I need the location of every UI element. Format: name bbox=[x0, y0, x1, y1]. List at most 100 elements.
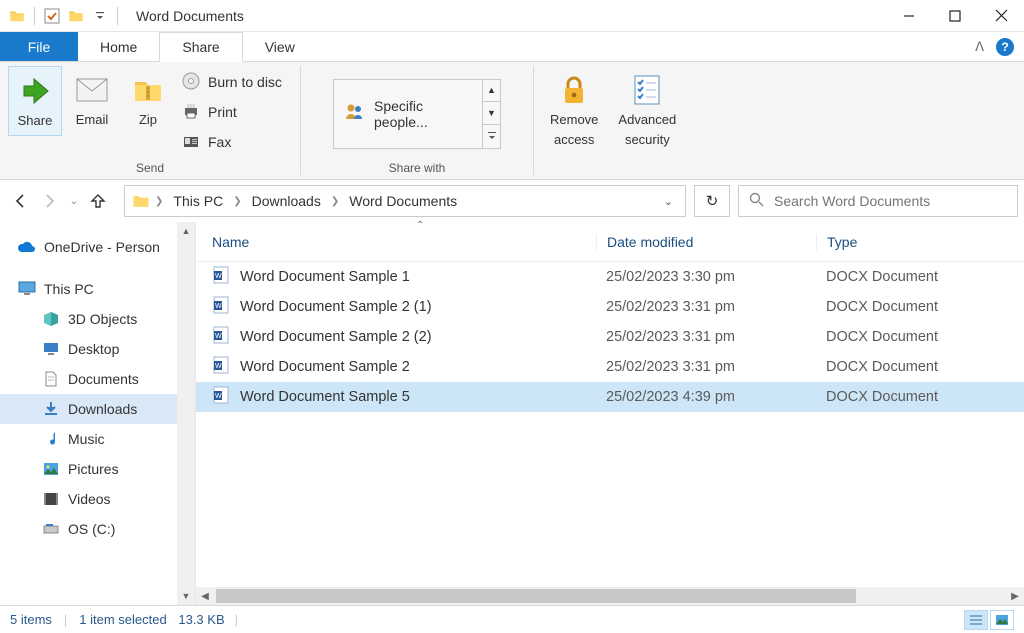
docx-icon: W bbox=[212, 296, 230, 318]
sidebar-item-thispc[interactable]: This PC bbox=[0, 274, 195, 304]
svg-text:W: W bbox=[215, 333, 222, 340]
document-icon bbox=[42, 370, 60, 388]
people-icon bbox=[344, 103, 366, 124]
thumbnails-view-button[interactable] bbox=[990, 610, 1014, 630]
sidebar-item-videos[interactable]: Videos bbox=[0, 484, 195, 514]
email-button[interactable]: Email bbox=[66, 66, 118, 134]
svg-text:W: W bbox=[215, 273, 222, 280]
view-tab[interactable]: View bbox=[243, 32, 317, 61]
fax-icon bbox=[182, 132, 200, 153]
address-bar[interactable]: ❯ This PC ❯ Downloads ❯ Word Documents ⌄ bbox=[124, 185, 686, 217]
remove-access-button[interactable]: Remove access bbox=[542, 66, 606, 153]
envelope-icon bbox=[74, 72, 110, 108]
sidebar-item-pictures[interactable]: Pictures bbox=[0, 454, 195, 484]
sidebar-item-downloads[interactable]: Downloads bbox=[0, 394, 195, 424]
checkbox-icon[interactable] bbox=[41, 5, 63, 27]
breadcrumb-thispc[interactable]: This PC bbox=[167, 193, 229, 209]
window-controls bbox=[886, 0, 1024, 32]
advanced-security-button[interactable]: Advanced security bbox=[610, 66, 684, 153]
svg-text:W: W bbox=[215, 393, 222, 400]
file-list: ⌃ Name Date modified Type WWord Document… bbox=[196, 222, 1024, 605]
file-row[interactable]: WWord Document Sample 2 (2) 25/02/2023 3… bbox=[196, 322, 1024, 352]
column-name[interactable]: Name bbox=[196, 234, 596, 250]
folder-icon[interactable] bbox=[65, 5, 87, 27]
home-tab[interactable]: Home bbox=[78, 32, 159, 61]
sidebar-scrollbar[interactable]: ▲ ▼ bbox=[177, 222, 195, 605]
close-button[interactable] bbox=[978, 0, 1024, 32]
file-row[interactable]: WWord Document Sample 1 25/02/2023 3:30 … bbox=[196, 262, 1024, 292]
search-icon bbox=[749, 192, 764, 210]
column-type[interactable]: Type bbox=[816, 234, 1024, 250]
navigation-pane: OneDrive - Person This PC 3D Objects Des… bbox=[0, 222, 196, 605]
film-icon bbox=[42, 490, 60, 508]
zip-button[interactable]: Zip bbox=[122, 66, 174, 134]
scroll-down-icon[interactable]: ▼ bbox=[177, 587, 195, 605]
back-button[interactable] bbox=[6, 187, 34, 215]
print-button[interactable]: Print bbox=[178, 100, 286, 124]
sidebar-item-osdrive[interactable]: OS (C:) bbox=[0, 514, 195, 544]
folder-icon bbox=[131, 191, 151, 211]
docx-icon: W bbox=[212, 326, 230, 348]
fax-button[interactable]: Fax bbox=[178, 130, 286, 154]
share-tab[interactable]: Share bbox=[159, 32, 242, 62]
scroll-up-icon[interactable]: ▲ bbox=[177, 222, 195, 240]
file-row[interactable]: WWord Document Sample 5 25/02/2023 4:39 … bbox=[196, 382, 1024, 412]
up-button[interactable] bbox=[84, 187, 112, 215]
gallery-down-icon[interactable]: ▼ bbox=[483, 102, 501, 125]
share-button[interactable]: Share bbox=[8, 66, 62, 136]
gallery-more-icon[interactable] bbox=[483, 125, 501, 149]
minimize-button[interactable] bbox=[886, 0, 932, 32]
status-selected-count: 1 item selected bbox=[79, 612, 166, 627]
docx-icon: W bbox=[212, 266, 230, 288]
status-size: 13.3 KB bbox=[178, 612, 224, 627]
search-box[interactable] bbox=[738, 185, 1018, 217]
address-dropdown-icon[interactable]: ⌄ bbox=[658, 195, 679, 208]
breadcrumb-downloads[interactable]: Downloads bbox=[246, 193, 327, 209]
share-arrow-icon bbox=[17, 73, 53, 109]
scroll-left-icon[interactable]: ◀ bbox=[196, 591, 214, 602]
forward-button[interactable] bbox=[36, 187, 64, 215]
column-date[interactable]: Date modified bbox=[596, 234, 816, 250]
chevron-right-icon[interactable]: ❯ bbox=[155, 196, 163, 207]
refresh-button[interactable]: ↻ bbox=[694, 185, 730, 217]
burn-to-disc-button[interactable]: Burn to disc bbox=[178, 70, 286, 94]
docx-icon: W bbox=[212, 386, 230, 408]
sidebar-item-music[interactable]: Music bbox=[0, 424, 195, 454]
drive-icon bbox=[42, 520, 60, 538]
chevron-right-icon[interactable]: ❯ bbox=[331, 196, 339, 207]
printer-icon bbox=[182, 102, 200, 123]
share-with-group-label: Share with bbox=[301, 161, 533, 179]
download-arrow-icon bbox=[42, 400, 60, 418]
title-bar: Word Documents bbox=[0, 0, 1024, 32]
sidebar-item-onedrive[interactable]: OneDrive - Person bbox=[0, 232, 195, 262]
maximize-button[interactable] bbox=[932, 0, 978, 32]
music-note-icon bbox=[42, 430, 60, 448]
scroll-right-icon[interactable]: ▶ bbox=[1006, 591, 1024, 602]
desktop-icon bbox=[42, 340, 60, 358]
monitor-icon bbox=[18, 280, 36, 298]
chevron-right-icon[interactable]: ❯ bbox=[233, 196, 241, 207]
file-tab[interactable]: File bbox=[0, 32, 78, 61]
quick-access-toolbar bbox=[0, 5, 128, 27]
details-view-button[interactable] bbox=[964, 610, 988, 630]
qat-dropdown-icon[interactable] bbox=[89, 5, 111, 27]
sidebar-item-documents[interactable]: Documents bbox=[0, 364, 195, 394]
onedrive-icon bbox=[18, 238, 36, 256]
disc-icon bbox=[182, 72, 200, 93]
file-row[interactable]: WWord Document Sample 2 25/02/2023 3:31 … bbox=[196, 352, 1024, 382]
share-with-gallery[interactable]: Specific people... ▲ ▼ bbox=[333, 79, 501, 149]
scroll-thumb[interactable] bbox=[216, 589, 856, 603]
help-icon[interactable]: ? bbox=[996, 38, 1014, 56]
recent-dropdown-icon[interactable]: ⌄ bbox=[66, 187, 82, 215]
horizontal-scrollbar[interactable]: ◀ ▶ bbox=[196, 587, 1024, 605]
search-input[interactable] bbox=[774, 193, 1007, 209]
gallery-up-icon[interactable]: ▲ bbox=[483, 79, 501, 102]
sidebar-item-desktop[interactable]: Desktop bbox=[0, 334, 195, 364]
breadcrumb-current[interactable]: Word Documents bbox=[343, 193, 463, 209]
file-row[interactable]: WWord Document Sample 2 (1) 25/02/2023 3… bbox=[196, 292, 1024, 322]
main-area: OneDrive - Person This PC 3D Objects Des… bbox=[0, 222, 1024, 605]
ribbon-tabs: File Home Share View ᐱ ? bbox=[0, 32, 1024, 62]
collapse-ribbon-icon[interactable]: ᐱ bbox=[975, 39, 984, 55]
svg-text:W: W bbox=[215, 363, 222, 370]
sidebar-item-3dobjects[interactable]: 3D Objects bbox=[0, 304, 195, 334]
